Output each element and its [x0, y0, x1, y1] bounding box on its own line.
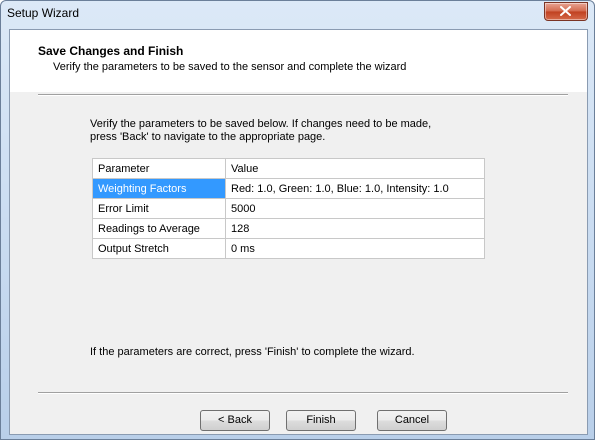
finish-button[interactable]: Finish — [286, 410, 356, 431]
value-cell[interactable]: Red: 1.0, Green: 1.0, Blue: 1.0, Intensi… — [225, 178, 485, 199]
table-header-row: Parameter Value — [92, 158, 485, 179]
cancel-button[interactable]: Cancel — [377, 410, 447, 431]
parameter-cell[interactable]: Weighting Factors — [92, 178, 226, 199]
setup-wizard-window: Setup Wizard Save Changes and Finish Ver… — [0, 0, 595, 440]
close-button[interactable] — [544, 2, 588, 21]
finish-instructions: If the parameters are correct, press 'Fi… — [90, 346, 415, 358]
table-row[interactable]: Output Stretch 0 ms — [92, 238, 485, 259]
parameters-table: Parameter Value Weighting Factors Red: 1… — [92, 158, 485, 259]
parameter-cell[interactable]: Readings to Average — [92, 218, 226, 239]
title-bar[interactable]: Setup Wizard — [1, 1, 594, 28]
instructions-line-1: Verify the parameters to be saved below.… — [90, 118, 432, 130]
close-icon — [560, 6, 571, 16]
value-cell[interactable]: 128 — [225, 218, 485, 239]
footer-divider — [38, 392, 568, 394]
instructions: Verify the parameters to be saved below.… — [90, 118, 510, 144]
window-title: Setup Wizard — [7, 6, 80, 20]
parameter-cell[interactable]: Error Limit — [92, 198, 226, 219]
table-row[interactable]: Weighting Factors Red: 1.0, Green: 1.0, … — [92, 178, 485, 199]
value-cell[interactable]: 0 ms — [225, 238, 485, 259]
header-divider — [38, 94, 568, 96]
wizard-client-area: Save Changes and Finish Verify the param… — [9, 29, 588, 435]
column-header-parameter[interactable]: Parameter — [92, 158, 226, 179]
back-button[interactable]: < Back — [200, 410, 270, 431]
instructions-line-2: press 'Back' to navigate to the appropri… — [90, 131, 326, 143]
value-cell[interactable]: 5000 — [225, 198, 485, 219]
table-row[interactable]: Error Limit 5000 — [92, 198, 485, 219]
column-header-value[interactable]: Value — [225, 158, 485, 179]
table-row[interactable]: Readings to Average 128 — [92, 218, 485, 239]
page-subtitle: Verify the parameters to be saved to the… — [53, 61, 407, 73]
page-title: Save Changes and Finish — [38, 44, 184, 58]
wizard-header: Save Changes and Finish Verify the param… — [10, 30, 587, 92]
parameter-cell[interactable]: Output Stretch — [92, 238, 226, 259]
